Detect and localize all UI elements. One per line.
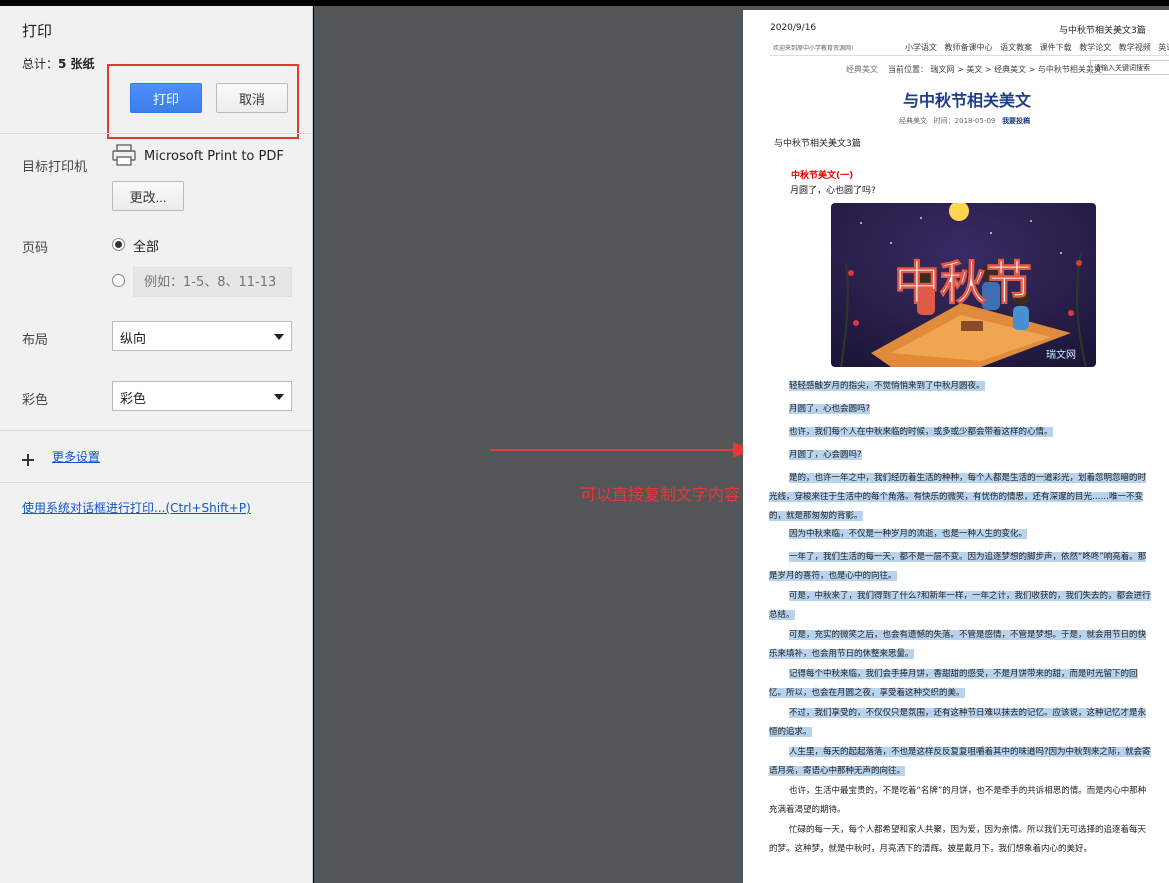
paragraph-text: 也许，生活中最宝贵的，不是吃着“名牌”的月饼，也不是牵手的共诉相思的情。而是内心… bbox=[769, 786, 1147, 815]
site-nav: 小学语文 教师备课中心 语文教案 课件下载 教学论文 教学视频 英语教学 bbox=[905, 42, 1169, 53]
system-dialog-link[interactable]: 使用系统对话框进行打印...(Ctrl+Shift+P) bbox=[22, 499, 251, 516]
preview-page[interactable]: 2020/9/16 与中秋节相关美文3篇 欢迎来到原中小学教育资源网! 小学语文… bbox=[743, 10, 1169, 883]
sub-heading: 与中秋节相关美文3篇 bbox=[774, 139, 861, 149]
paragraph-text: 月圆了，心会圆吗? bbox=[789, 450, 862, 460]
article-title: 与中秋节相关美文 bbox=[903, 91, 1032, 110]
paragraph: 可是，中秋来了，我们得到了什么?和新年一样，一年之计，我们收获的，我们失去的，都… bbox=[769, 587, 1154, 625]
paragraph-text: 可是，充实的微笑之后，也会有遗憾的失落。不管是感情，不管是梦想。于是，就会用节日… bbox=[769, 630, 1147, 659]
print-settings-panel: 打印 总计：5 张纸 打印 取消 目标打印机 Microsoft Print t… bbox=[0, 6, 313, 883]
site-nav-item[interactable]: 课件下载 bbox=[1040, 43, 1072, 52]
page-header-date: 2020/9/16 bbox=[770, 23, 817, 33]
layout-label: 布局 bbox=[22, 333, 49, 348]
paragraph: 是的，也许一年之中，我们经历着生活的种种，每个人都是生活的一道彩光，划着忽明忽暗… bbox=[769, 469, 1154, 526]
paragraph-text: 也许，我们每个人在中秋来临的时候，或多或少都会带着这样的心情。 bbox=[789, 427, 1053, 437]
buttons-highlight-box bbox=[107, 64, 299, 139]
paragraph: 记得每个中秋来临，我们会手捧月饼，香甜甜的感受，不是月饼带来的甜，而是时光留下的… bbox=[769, 665, 1154, 703]
color-value: 彩色 bbox=[120, 392, 147, 407]
summary-prefix: 总计： bbox=[22, 57, 59, 71]
color-label: 彩色 bbox=[22, 393, 49, 408]
paragraph: 一年了，我们生活的每一天，都不是一层不变。因为追逐梦想的脚步声，依然“咚咚”响亮… bbox=[769, 548, 1154, 586]
paragraph: 月圆了，心也会圆吗? bbox=[769, 400, 1154, 419]
pages-custom-input[interactable] bbox=[133, 267, 292, 297]
plus-icon bbox=[22, 454, 34, 466]
site-nav-item[interactable]: 教学视频 bbox=[1119, 43, 1151, 52]
site-nav-item[interactable]: 教学论文 bbox=[1079, 43, 1111, 52]
dialog-title: 打印 bbox=[22, 22, 53, 40]
site-nav-item[interactable]: 教师备课中心 bbox=[945, 43, 993, 52]
image-watermark: 瑞文网 bbox=[1046, 348, 1076, 361]
site-search-input[interactable]: 请输入关键词搜索 bbox=[1090, 60, 1169, 75]
destination-label: 目标打印机 bbox=[22, 160, 88, 175]
page-header-title: 与中秋节相关美文3篇 bbox=[1059, 26, 1146, 36]
divider bbox=[0, 482, 313, 483]
divider bbox=[0, 133, 313, 134]
meta-category: 经典美文 bbox=[899, 117, 927, 125]
layout-select[interactable]: 纵向 bbox=[112, 321, 292, 351]
change-printer-button[interactable]: 更改... bbox=[112, 181, 184, 211]
pages-all-label: 全部 bbox=[133, 240, 160, 255]
paragraph-text: 忙碌的每一天，每个人都希望和家人共聚，因为爱，因为亲情。所以我们无可选择的追逐着… bbox=[769, 825, 1147, 854]
paragraph-text: 记得每个中秋来临，我们会手捧月饼，香甜甜的感受，不是月饼带来的甜，而是时光留下的… bbox=[769, 669, 1138, 698]
more-settings-link[interactable]: 更多设置 bbox=[52, 448, 100, 465]
printer-icon bbox=[112, 144, 136, 166]
meta-time: 时间：2018-05-09 bbox=[933, 117, 996, 125]
annotation-arrow-line bbox=[490, 449, 735, 451]
crumb-category: 经典美文 bbox=[846, 65, 878, 74]
section-title: 中秋节美文(一) bbox=[791, 171, 854, 181]
paragraph-text: 一年了，我们生活的每一天，都不是一层不变。因为追逐梦想的脚步声，依然“咚咚”响亮… bbox=[769, 552, 1147, 581]
paragraph: 月圆了，心会圆吗? bbox=[769, 446, 1154, 465]
pages-custom-radio[interactable] bbox=[112, 274, 125, 287]
breadcrumb: 当前位置： 瑞文网 > 美文 > 经典美文 > 与中秋节相关美文 bbox=[888, 65, 1102, 74]
paragraph-text: 因为中秋来临，不仅是一种岁月的流逝，也是一种人生的变化。 bbox=[789, 529, 1028, 539]
site-nav-item[interactable]: 语文教案 bbox=[1000, 43, 1032, 52]
paragraph-text: 不过，我们享受的，不仅仅只是氛围，还有这种节日难以抹去的记忆。应该说，这种记忆才… bbox=[769, 708, 1147, 737]
paragraph: 也许，生活中最宝贵的，不是吃着“名牌”的月饼，也不是牵手的共诉相思的情。而是内心… bbox=[769, 782, 1154, 820]
site-nav-item[interactable]: 小学语文 bbox=[905, 43, 937, 52]
pages-all-radio[interactable] bbox=[112, 238, 125, 251]
paragraph-text: 轻轻感触岁月的指尖，不觉悄悄来到了中秋月圆夜。 bbox=[789, 381, 985, 391]
paragraph: 也许，我们每个人在中秋来临的时候，或多或少都会带着这样的心情。 bbox=[769, 423, 1154, 442]
paragraph: 因为中秋来临，不仅是一种岁月的流逝，也是一种人生的变化。 bbox=[769, 525, 1154, 544]
paragraph-text: 月圆了，心也会圆吗? bbox=[789, 404, 871, 414]
site-nav-item[interactable]: 英语教学 bbox=[1158, 43, 1169, 52]
paragraph: 可是，充实的微笑之后，也会有遗憾的失落。不管是感情，不管是梦想。于是，就会用节日… bbox=[769, 626, 1154, 664]
summary-count: 5 张纸 bbox=[58, 57, 95, 71]
printer-name: Microsoft Print to PDF bbox=[144, 149, 284, 164]
chevron-down-icon bbox=[274, 394, 284, 400]
mid-autumn-illustration: 中秋节 瑞文网 bbox=[831, 203, 1096, 367]
paragraph: 轻轻感触岁月的指尖，不觉悄悄来到了中秋月圆夜。 bbox=[769, 377, 1154, 396]
image-title-text: 中秋节 bbox=[894, 256, 1032, 310]
site-divider bbox=[770, 55, 1169, 56]
annotation-text: 可以直接复制文字内容 bbox=[580, 485, 741, 504]
color-select[interactable]: 彩色 bbox=[112, 381, 292, 411]
paragraph: 人生里，每天的起起落落，不也是这样反反复复咀嚼着其中的味道吗?因为中秋到来之际，… bbox=[769, 743, 1154, 781]
sheet-summary: 总计：5 张纸 bbox=[22, 55, 95, 72]
divider bbox=[0, 430, 313, 431]
paragraph: 忙碌的每一天，每个人都希望和家人共聚，因为爱，因为亲情。所以我们无可选择的追逐着… bbox=[769, 821, 1154, 859]
pages-label: 页码 bbox=[22, 241, 49, 256]
section-question: 月圆了，心也圆了吗? bbox=[790, 186, 876, 196]
site-welcome: 欢迎来到原中小学教育资源网! bbox=[773, 45, 854, 52]
paragraph-text: 人生里，每天的起起落落，不也是这样反反复复咀嚼着其中的味道吗?因为中秋到来之际，… bbox=[769, 747, 1151, 776]
paragraph-text: 是的，也许一年之中，我们经历着生活的种种，每个人都是生活的一道彩光，划着忽明忽暗… bbox=[769, 473, 1147, 521]
article-meta: 经典美文 时间：2018-05-09 我要投稿 bbox=[899, 116, 1030, 126]
chevron-down-icon bbox=[274, 334, 284, 340]
paragraph: 不过，我们享受的，不仅仅只是氛围，还有这种节日难以抹去的记忆。应该说，这种记忆才… bbox=[769, 704, 1154, 742]
paragraph-text: 可是，中秋来了，我们得到了什么?和新年一样，一年之计，我们收获的，我们失去的，都… bbox=[769, 591, 1151, 620]
meta-submit: 我要投稿 bbox=[1002, 117, 1031, 125]
layout-value: 纵向 bbox=[120, 332, 147, 347]
